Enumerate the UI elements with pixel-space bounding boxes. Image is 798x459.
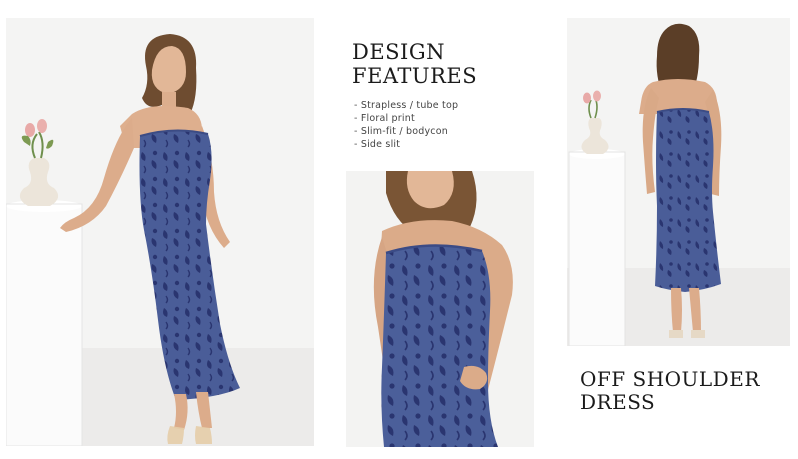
product-title-line1: OFF SHOULDER <box>580 367 760 391</box>
model-front-photo <box>6 18 314 446</box>
design-features-title-line1: DESIGN <box>352 40 445 64</box>
model-front-image <box>6 18 314 446</box>
model-closeup-image <box>346 171 534 447</box>
feature-item: Side slit <box>354 138 458 151</box>
design-features-title-line2: FEATURES <box>352 64 478 89</box>
feature-item: Strapless / tube top <box>354 99 458 112</box>
model-back-image <box>567 18 790 346</box>
product-title-line2: DRESS <box>580 390 656 414</box>
feature-item: Floral print <box>354 112 458 125</box>
product-title: OFF SHOULDER DRESS <box>580 368 790 414</box>
design-features-title: DESIGN FEATURES <box>352 40 532 88</box>
design-features-list: Strapless / tube top Floral print Slim-f… <box>354 99 458 151</box>
model-back-photo <box>567 18 790 346</box>
feature-item: Slim-fit / bodycon <box>354 125 458 138</box>
model-closeup-photo <box>346 171 534 447</box>
